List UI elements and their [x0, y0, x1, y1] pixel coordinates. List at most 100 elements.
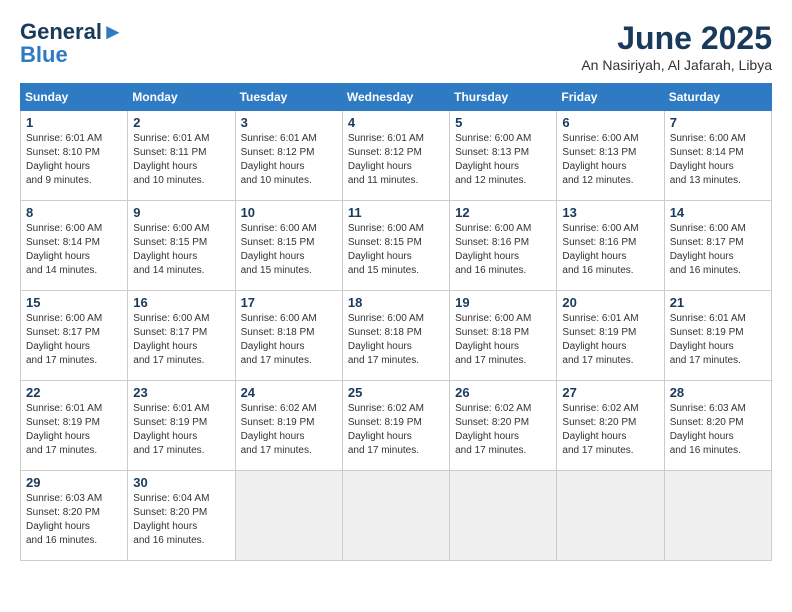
calendar-day-14: 14 Sunrise: 6:00 AM Sunset: 8:17 PM Dayl… — [664, 201, 771, 291]
day-header-monday: Monday — [128, 84, 235, 111]
logo-blue: Blue — [20, 42, 68, 68]
day-number: 26 — [455, 385, 551, 400]
day-number: 29 — [26, 475, 122, 490]
calendar-day-8: 8 Sunrise: 6:00 AM Sunset: 8:14 PM Dayli… — [21, 201, 128, 291]
calendar-day-5: 5 Sunrise: 6:00 AM Sunset: 8:13 PM Dayli… — [450, 111, 557, 201]
day-number: 8 — [26, 205, 122, 220]
day-number: 9 — [133, 205, 229, 220]
day-info: Sunrise: 6:04 AM Sunset: 8:20 PM Dayligh… — [133, 492, 229, 548]
page-header: General► Blue June 2025 An Nasiriyah, Al… — [20, 20, 772, 73]
calendar-empty — [664, 471, 771, 561]
day-info: Sunrise: 6:00 AM Sunset: 8:14 PM Dayligh… — [670, 132, 766, 188]
logo-text: General► — [20, 20, 124, 44]
day-info: Sunrise: 6:00 AM Sunset: 8:18 PM Dayligh… — [348, 312, 444, 368]
day-info: Sunrise: 6:00 AM Sunset: 8:16 PM Dayligh… — [562, 222, 658, 278]
day-number: 28 — [670, 385, 766, 400]
calendar-day-7: 7 Sunrise: 6:00 AM Sunset: 8:14 PM Dayli… — [664, 111, 771, 201]
day-info: Sunrise: 6:00 AM Sunset: 8:13 PM Dayligh… — [455, 132, 551, 188]
calendar-day-3: 3 Sunrise: 6:01 AM Sunset: 8:12 PM Dayli… — [235, 111, 342, 201]
day-number: 16 — [133, 295, 229, 310]
calendar-table: SundayMondayTuesdayWednesdayThursdayFrid… — [20, 83, 772, 561]
day-number: 25 — [348, 385, 444, 400]
day-info: Sunrise: 6:00 AM Sunset: 8:15 PM Dayligh… — [133, 222, 229, 278]
day-info: Sunrise: 6:02 AM Sunset: 8:20 PM Dayligh… — [562, 402, 658, 458]
calendar-day-6: 6 Sunrise: 6:00 AM Sunset: 8:13 PM Dayli… — [557, 111, 664, 201]
calendar-day-30: 30 Sunrise: 6:04 AM Sunset: 8:20 PM Dayl… — [128, 471, 235, 561]
day-header-sunday: Sunday — [21, 84, 128, 111]
location: An Nasiriyah, Al Jafarah, Libya — [581, 57, 772, 73]
day-info: Sunrise: 6:00 AM Sunset: 8:18 PM Dayligh… — [455, 312, 551, 368]
day-number: 13 — [562, 205, 658, 220]
day-info: Sunrise: 6:01 AM Sunset: 8:19 PM Dayligh… — [133, 402, 229, 458]
day-number: 7 — [670, 115, 766, 130]
calendar-day-20: 20 Sunrise: 6:01 AM Sunset: 8:19 PM Dayl… — [557, 291, 664, 381]
calendar-day-1: 1 Sunrise: 6:01 AM Sunset: 8:10 PM Dayli… — [21, 111, 128, 201]
day-info: Sunrise: 6:00 AM Sunset: 8:17 PM Dayligh… — [26, 312, 122, 368]
logo: General► Blue — [20, 20, 124, 68]
calendar-day-28: 28 Sunrise: 6:03 AM Sunset: 8:20 PM Dayl… — [664, 381, 771, 471]
calendar-day-22: 22 Sunrise: 6:01 AM Sunset: 8:19 PM Dayl… — [21, 381, 128, 471]
day-info: Sunrise: 6:00 AM Sunset: 8:14 PM Dayligh… — [26, 222, 122, 278]
day-info: Sunrise: 6:01 AM Sunset: 8:10 PM Dayligh… — [26, 132, 122, 188]
day-header-wednesday: Wednesday — [342, 84, 449, 111]
calendar-empty — [235, 471, 342, 561]
calendar-day-15: 15 Sunrise: 6:00 AM Sunset: 8:17 PM Dayl… — [21, 291, 128, 381]
calendar-day-10: 10 Sunrise: 6:00 AM Sunset: 8:15 PM Dayl… — [235, 201, 342, 291]
calendar-week-row: 1 Sunrise: 6:01 AM Sunset: 8:10 PM Dayli… — [21, 111, 772, 201]
day-number: 4 — [348, 115, 444, 130]
calendar-day-2: 2 Sunrise: 6:01 AM Sunset: 8:11 PM Dayli… — [128, 111, 235, 201]
calendar-empty — [557, 471, 664, 561]
day-info: Sunrise: 6:00 AM Sunset: 8:15 PM Dayligh… — [241, 222, 337, 278]
calendar-day-24: 24 Sunrise: 6:02 AM Sunset: 8:19 PM Dayl… — [235, 381, 342, 471]
day-number: 12 — [455, 205, 551, 220]
day-number: 20 — [562, 295, 658, 310]
day-number: 23 — [133, 385, 229, 400]
day-number: 15 — [26, 295, 122, 310]
day-number: 22 — [26, 385, 122, 400]
day-header-friday: Friday — [557, 84, 664, 111]
day-info: Sunrise: 6:00 AM Sunset: 8:17 PM Dayligh… — [133, 312, 229, 368]
calendar-day-26: 26 Sunrise: 6:02 AM Sunset: 8:20 PM Dayl… — [450, 381, 557, 471]
calendar-day-4: 4 Sunrise: 6:01 AM Sunset: 8:12 PM Dayli… — [342, 111, 449, 201]
day-header-saturday: Saturday — [664, 84, 771, 111]
day-info: Sunrise: 6:03 AM Sunset: 8:20 PM Dayligh… — [26, 492, 122, 548]
day-number: 17 — [241, 295, 337, 310]
calendar-empty — [450, 471, 557, 561]
calendar-day-13: 13 Sunrise: 6:00 AM Sunset: 8:16 PM Dayl… — [557, 201, 664, 291]
month-title: June 2025 — [581, 20, 772, 57]
calendar-week-row: 15 Sunrise: 6:00 AM Sunset: 8:17 PM Dayl… — [21, 291, 772, 381]
day-header-tuesday: Tuesday — [235, 84, 342, 111]
day-number: 11 — [348, 205, 444, 220]
calendar-week-row: 22 Sunrise: 6:01 AM Sunset: 8:19 PM Dayl… — [21, 381, 772, 471]
calendar-week-row: 29 Sunrise: 6:03 AM Sunset: 8:20 PM Dayl… — [21, 471, 772, 561]
calendar-empty — [342, 471, 449, 561]
day-info: Sunrise: 6:01 AM Sunset: 8:19 PM Dayligh… — [26, 402, 122, 458]
calendar-day-18: 18 Sunrise: 6:00 AM Sunset: 8:18 PM Dayl… — [342, 291, 449, 381]
day-number: 18 — [348, 295, 444, 310]
day-info: Sunrise: 6:01 AM Sunset: 8:12 PM Dayligh… — [348, 132, 444, 188]
day-number: 14 — [670, 205, 766, 220]
day-info: Sunrise: 6:00 AM Sunset: 8:16 PM Dayligh… — [455, 222, 551, 278]
day-info: Sunrise: 6:00 AM Sunset: 8:13 PM Dayligh… — [562, 132, 658, 188]
day-info: Sunrise: 6:01 AM Sunset: 8:19 PM Dayligh… — [670, 312, 766, 368]
calendar-week-row: 8 Sunrise: 6:00 AM Sunset: 8:14 PM Dayli… — [21, 201, 772, 291]
title-area: June 2025 An Nasiriyah, Al Jafarah, Liby… — [581, 20, 772, 73]
calendar-day-19: 19 Sunrise: 6:00 AM Sunset: 8:18 PM Dayl… — [450, 291, 557, 381]
calendar-day-12: 12 Sunrise: 6:00 AM Sunset: 8:16 PM Dayl… — [450, 201, 557, 291]
calendar-day-11: 11 Sunrise: 6:00 AM Sunset: 8:15 PM Dayl… — [342, 201, 449, 291]
calendar-day-27: 27 Sunrise: 6:02 AM Sunset: 8:20 PM Dayl… — [557, 381, 664, 471]
day-header-thursday: Thursday — [450, 84, 557, 111]
day-number: 21 — [670, 295, 766, 310]
calendar-day-25: 25 Sunrise: 6:02 AM Sunset: 8:19 PM Dayl… — [342, 381, 449, 471]
day-number: 5 — [455, 115, 551, 130]
calendar-day-23: 23 Sunrise: 6:01 AM Sunset: 8:19 PM Dayl… — [128, 381, 235, 471]
calendar-day-9: 9 Sunrise: 6:00 AM Sunset: 8:15 PM Dayli… — [128, 201, 235, 291]
day-number: 10 — [241, 205, 337, 220]
day-info: Sunrise: 6:02 AM Sunset: 8:19 PM Dayligh… — [241, 402, 337, 458]
day-info: Sunrise: 6:02 AM Sunset: 8:20 PM Dayligh… — [455, 402, 551, 458]
day-number: 19 — [455, 295, 551, 310]
day-number: 6 — [562, 115, 658, 130]
day-info: Sunrise: 6:00 AM Sunset: 8:18 PM Dayligh… — [241, 312, 337, 368]
calendar-day-21: 21 Sunrise: 6:01 AM Sunset: 8:19 PM Dayl… — [664, 291, 771, 381]
calendar-day-17: 17 Sunrise: 6:00 AM Sunset: 8:18 PM Dayl… — [235, 291, 342, 381]
